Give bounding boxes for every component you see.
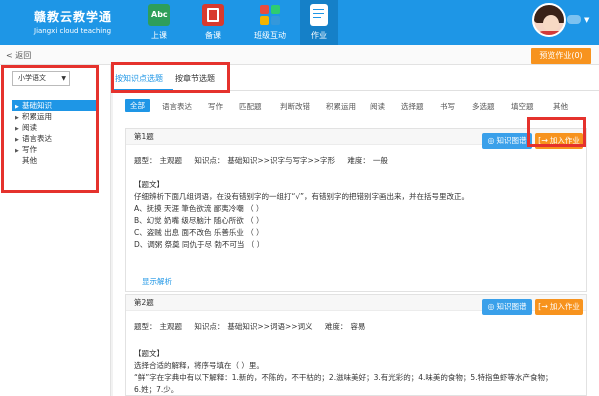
- user-name-pill[interactable]: [567, 15, 581, 24]
- question-meta: 题型： 主观题 知识点： 基础知识>>词语>>词义 难度： 容易: [134, 322, 366, 331]
- nav-class-button[interactable]: Abc 上课: [141, 4, 177, 45]
- preview-homework-button[interactable]: 预览作业(0): [531, 48, 591, 64]
- knowledge-graph-button[interactable]: ◎ 知识图谱: [482, 299, 532, 315]
- back-label: 返回: [15, 51, 32, 60]
- grid-apps-icon: [259, 4, 281, 26]
- type-filter-item[interactable]: 阅读: [370, 101, 385, 112]
- nav-interact-button[interactable]: 班级互动: [248, 4, 292, 45]
- lightbulb-icon: ◎: [487, 136, 495, 145]
- add-to-homework-button[interactable]: [→ 加入作业: [535, 299, 583, 315]
- question-text-line: “鲜”字在字典中有以下解释：1.新的，不陈的，不干枯的；2.滋味美好；3.有光彩…: [134, 373, 553, 382]
- nav-label: 上课: [151, 31, 167, 40]
- nav-prepare-button[interactable]: 备课: [195, 4, 231, 45]
- type-filter-item[interactable]: 其他: [553, 101, 568, 112]
- type-filter-item[interactable]: 多选题: [472, 101, 495, 112]
- brand-subtitle: Jiangxi cloud teaching: [34, 27, 112, 35]
- add-icon: [→: [538, 302, 548, 311]
- question-text-line: 选择合适的解释，将序号填在（ ）里。: [134, 361, 264, 370]
- question-text-line: 【题文】: [134, 180, 164, 189]
- question-text-line: 仔细辨析下面几组词语，在没有错别字的一组打“√”，有错别字的把错别字画出来，并在…: [134, 192, 470, 201]
- question-body: 【题文】 仔细辨析下面几组词语，在没有错别字的一组打“√”，有错别字的把错别字画…: [134, 179, 574, 251]
- type-filter-item[interactable]: 填空题: [511, 101, 534, 112]
- type-filter-item[interactable]: 选择题: [401, 101, 424, 112]
- app-header: 赣教云教学通 Jiangxi cloud teaching Abc 上课 备课 …: [0, 0, 599, 45]
- question-meta: 题型： 主观题 知识点： 基础知识>>识字与写字>>字形 难度： 一般: [134, 156, 388, 165]
- question-text-line: 【题文】: [134, 349, 164, 358]
- avatar[interactable]: [532, 3, 566, 37]
- back-link[interactable]: < 返回: [6, 50, 31, 61]
- book-icon: [202, 4, 224, 26]
- chevron-left-icon: <: [6, 51, 13, 60]
- type-filter-item[interactable]: 写作: [208, 101, 223, 112]
- question-text-line: 6.姓；7.少。: [134, 385, 179, 394]
- nav-label: 班级互动: [254, 31, 286, 40]
- type-filter-item[interactable]: 语言表达: [162, 101, 192, 112]
- question-card: 第1题 题型： 主观题 知识点： 基础知识>>识字与写字>>字形 难度： 一般 【题文…: [125, 128, 587, 292]
- chevron-down-icon[interactable]: ▼: [584, 16, 589, 24]
- lightbulb-icon: ◎: [487, 302, 495, 311]
- question-text-line: B、幻觉 奶嘴 级尽脑汁 随心所欲 （ ）: [134, 216, 264, 225]
- type-filter-item[interactable]: 积累运用: [326, 101, 356, 112]
- type-filter-all[interactable]: 全部: [125, 99, 150, 112]
- brand-title: 赣教云教学通: [34, 10, 113, 24]
- abc-board-icon: Abc: [148, 4, 170, 26]
- question-text-line: C、盗贼 出息 面不改色 乐善乐业 （ ）: [134, 228, 264, 237]
- question-type-filter: 全部 语言表达 写作 匹配题 判断改错 积累运用 阅读 选择题 书写 多选题 填…: [113, 99, 599, 113]
- highlight-box-add-button: [527, 117, 586, 147]
- type-filter-item[interactable]: 书写: [440, 101, 455, 112]
- nav-label: 作业: [311, 31, 327, 40]
- question-body: 【题文】 选择合适的解释，将序号填在（ ）里。 “鲜”字在字典中有以下解释：1.…: [134, 348, 574, 396]
- sub-toolbar: < 返回: [0, 45, 599, 65]
- highlight-box-tabs: [111, 62, 230, 93]
- question-card: 第2题 题型： 主观题 知识点： 基础知识>>词语>>词义 难度： 容易 【题文】 选…: [125, 294, 587, 396]
- knowledge-graph-button[interactable]: ◎ 知识图谱: [482, 133, 532, 149]
- question-text-line: A、抚摸 天涯 筆色欲流 鄙夷冷嘲 （ ）: [134, 204, 264, 213]
- highlight-box-left: [1, 65, 99, 193]
- type-filter-item[interactable]: 匹配题: [239, 101, 262, 112]
- type-filter-item[interactable]: 判断改错: [280, 101, 310, 112]
- nav-homework-button[interactable]: 作业: [300, 0, 338, 45]
- question-text-line: D、调粥 祭奠 同仇于尽 勃不可当 （ ）: [134, 240, 265, 249]
- homework-doc-icon: [310, 4, 328, 26]
- show-analysis-link[interactable]: 显示解析: [142, 276, 172, 287]
- brand: 赣教云教学通 Jiangxi cloud teaching: [34, 8, 112, 35]
- main-panel: 按知识点选题 按章节选题 全部 语言表达 写作 匹配题 判断改错 积累运用 阅读…: [113, 65, 599, 396]
- nav-label: 备课: [205, 31, 221, 40]
